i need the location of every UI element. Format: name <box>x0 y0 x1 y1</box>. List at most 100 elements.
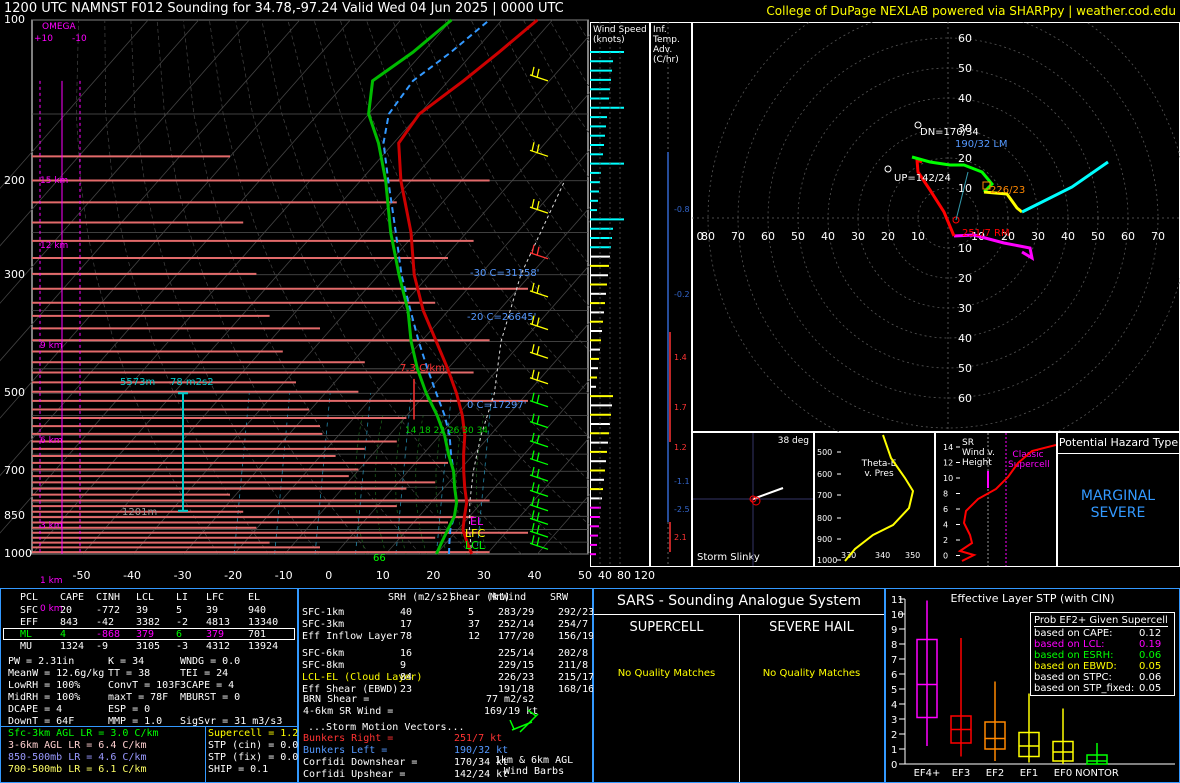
thermo-cell: MeanW = 12.6g/kg <box>8 668 105 679</box>
parcel-sep <box>1 726 297 727</box>
thetae-ytick: 1000 <box>817 556 837 565</box>
wind-barb-flag <box>531 535 535 545</box>
lapse-rate: 700-500mb LR = 6.1 C/km <box>8 764 147 775</box>
temperature-line <box>397 18 539 555</box>
hodo-ring-label-n: 60 <box>958 32 972 45</box>
stp-ytick: 4 <box>891 700 897 711</box>
dry-adiabat <box>104 19 270 555</box>
pressure-tick-850: 850 <box>4 509 25 523</box>
credit-text: College of DuPage NEXLAB powered via SHA… <box>766 4 1176 18</box>
kin-cell: 254/7 <box>558 619 589 630</box>
kin-cell: 225/14 <box>498 648 535 659</box>
thermo-cell: MBURST = 0 <box>180 692 241 703</box>
thetae-xtick: 340 <box>875 551 890 560</box>
omega-tick-pos: +10 <box>34 34 53 44</box>
wind-barb <box>529 489 549 497</box>
height-label: 6 km <box>40 436 63 446</box>
wind-barb <box>529 74 549 82</box>
hodo-ring-label-w: 10 <box>911 230 925 243</box>
hodo-ring-label-w: 40 <box>821 230 835 243</box>
sars-supercell-match: No Quality Matches <box>617 668 716 679</box>
thermo-cell: PW = 2.31in <box>8 656 75 667</box>
parcel-cell: MU <box>20 641 33 652</box>
parcel-header: CAPE <box>60 592 85 603</box>
sars-supercell: SUPERCELL <box>629 620 704 635</box>
temp-tick: 20 <box>426 569 441 582</box>
thermo-cell: MidRH = 100% <box>8 692 81 703</box>
isotherm <box>233 149 590 555</box>
prob-value: 0.05 <box>1139 661 1162 672</box>
kin-cell: SFC-8km <box>302 660 345 671</box>
skewt-layer <box>0 18 590 555</box>
kin-cell: 17 <box>400 619 413 630</box>
prob-value: 0.19 <box>1139 639 1162 650</box>
barbs-label: 1km & 6km AGL Wind Barbs <box>494 755 574 777</box>
hodo-ring-label-s: 30 <box>958 302 972 315</box>
hodo-ring-label-e: 50 <box>1091 230 1105 243</box>
ws-tick-120: 120 <box>634 569 655 582</box>
parcel-header: CINH <box>96 592 121 603</box>
hodo-mean-label: 226/23 <box>990 185 1026 196</box>
thetae-ytick: 900 <box>817 535 832 544</box>
kin-cell: 156/19 <box>558 631 595 642</box>
barb-1km-flag <box>509 719 515 730</box>
wind-barb <box>529 351 549 359</box>
stp-cat-label: NONTOR <box>1075 768 1119 779</box>
inf-temp-value: 1.2 <box>674 443 687 452</box>
thetae-plot: 5006007008009001000330 340 350 <box>817 434 920 565</box>
lapse-rate: 850-500mb LR = 4.6 C/km <box>8 752 147 763</box>
hodograph: 1010101020202020303030304040404050505050… <box>692 22 1180 432</box>
temp-tick: 50 <box>578 569 592 582</box>
sr46-label: 4-6km SR Wind = <box>303 706 394 717</box>
wind-barb-flag <box>531 199 535 209</box>
thermo-cell: ESP = 0 <box>108 704 151 715</box>
prob-value: 0.06 <box>1139 650 1162 661</box>
stp-cat-label: EF3 <box>952 768 970 779</box>
stp-ytick: 1 <box>891 745 897 756</box>
vector-value: 251/7 kt <box>454 733 503 744</box>
inf-temp-value: -0.2 <box>674 290 690 299</box>
inf-temp-value: 1.4 <box>674 353 687 362</box>
srwind-ytick: 0 <box>943 552 948 561</box>
prob-label: based on CAPE: <box>1034 628 1113 639</box>
wind-barb <box>529 149 549 157</box>
parcel-cell: SFC <box>20 605 39 616</box>
hodo-lm-label: 190/32 LM <box>955 139 1008 150</box>
parcel-cell: 4 <box>60 629 67 640</box>
parcel-cell: -2 <box>176 617 189 628</box>
dry-adiabat <box>182 19 421 555</box>
hodo-ring-label-w: 50 <box>791 230 805 243</box>
vector-label: Corfidi Upshear = <box>303 769 406 780</box>
hazard-title: Potential Hazard Type <box>1058 437 1179 454</box>
dry-adiabat <box>470 19 590 223</box>
lapse-rate: Sfc-3km AGL LR = 3.0 C/km <box>8 728 159 739</box>
height-label: 3 km <box>40 521 63 531</box>
dry-adiabat <box>496 19 590 181</box>
hodo-ring-label-n: 40 <box>958 92 972 105</box>
sars-hail-match: No Quality Matches <box>762 668 861 679</box>
parcel-cell: 4813 <box>206 617 231 628</box>
isotherm <box>0 19 351 419</box>
hodo-ring-label-e: 70 <box>1151 230 1165 243</box>
wind-barb <box>529 400 549 408</box>
wind-barb-flag <box>531 282 535 293</box>
kin-cell: 283/29 <box>498 607 535 618</box>
dry-adiabat <box>418 19 590 309</box>
parcel-vsep <box>205 726 206 782</box>
wind-barb-flag <box>536 317 540 327</box>
srwind-ytick: 14 <box>943 443 953 452</box>
hodo-ring-label-s: 20 <box>958 272 972 285</box>
wind-barb-flag <box>536 371 540 381</box>
height-label: 12 km <box>40 241 69 251</box>
hgz-mid-label: -20 C=26645' <box>467 312 537 323</box>
temp-tick: -10 <box>274 569 293 582</box>
hazard-value: MARGINAL SEVERE <box>1080 488 1156 521</box>
wind-barb-flag <box>536 415 540 425</box>
isotherm <box>436 378 590 555</box>
hodo-ring-label-s: 10 <box>958 242 972 255</box>
lcl-label: LCL <box>465 539 485 552</box>
thetae-xtick: 350 <box>905 551 920 560</box>
hodo-ring-label-w: 30 <box>851 230 865 243</box>
kin-cell: 168/16 <box>558 684 595 695</box>
parcel-cell: -868 <box>96 629 121 640</box>
